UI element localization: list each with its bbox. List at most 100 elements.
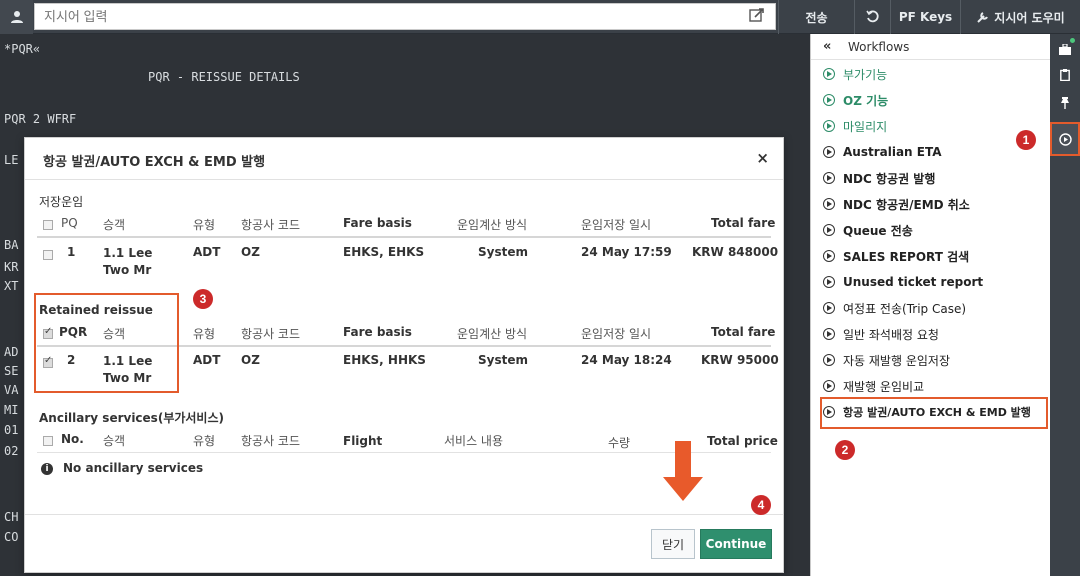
workflow-label: Queue 전송 [843, 223, 913, 238]
step-badge-2: 2 [835, 440, 855, 460]
step-badge-3: 3 [193, 289, 213, 309]
retained-highlight-box [34, 293, 179, 393]
ancillary-select-all-checkbox[interactable] [43, 436, 53, 446]
terminal-line: AD [4, 345, 19, 359]
no-ancillary-message: No ancillary services [63, 461, 204, 475]
workflow-item[interactable]: SALES REPORT 검색 [823, 246, 969, 266]
down-arrow-icon [663, 441, 703, 501]
column-header: 항공사 코드 [241, 327, 301, 341]
stored-passenger: 1.1 Lee Two Mr [103, 246, 153, 277]
stored-row-checkbox[interactable] [43, 250, 53, 260]
retained-fare-basis: EHKS, HHKS [343, 353, 426, 367]
dialog-header: 항공 발권/AUTO EXCH & EMD 발행 × [25, 138, 783, 180]
close-button[interactable]: 닫기 [651, 529, 695, 559]
ticketing-dialog: 항공 발권/AUTO EXCH & EMD 발행 × 저장운임 PQ 승객 유형… [24, 137, 784, 573]
workflow-label: SALES REPORT 검색 [843, 249, 970, 264]
workflows-title: Workflows [848, 40, 910, 54]
column-header: 운임저장 일시 [581, 327, 652, 341]
workflow-item[interactable]: 일반 좌석배정 요청 [823, 324, 939, 344]
user-icon [10, 11, 23, 23]
command-input[interactable] [34, 3, 776, 30]
workflow-item[interactable]: Queue 전송 [823, 220, 913, 240]
column-header: Fare basis [343, 216, 412, 230]
retained-airline: OZ [241, 353, 260, 367]
collapse-chevron-icon[interactable]: « [823, 39, 831, 54]
workflow-item[interactable]: Unused ticket report [823, 272, 983, 292]
terminal-line: BA [4, 238, 19, 252]
top-bar: 전송 PF Keys 지시어 도우미 [0, 0, 1080, 34]
terminal-line: 01 [4, 423, 19, 437]
workflow-item[interactable]: NDC 항공권/EMD 취소 [823, 194, 970, 214]
retained-type: ADT [193, 353, 221, 367]
terminal-line: SE [4, 364, 19, 378]
column-header: 수량 [608, 436, 631, 450]
table-divider [37, 452, 771, 453]
workflow-item[interactable]: 자동 재발행 운임저장 [823, 350, 950, 370]
terminal-line: MI [4, 403, 19, 417]
workflow-item[interactable]: 여정표 전송(Trip Case) [823, 298, 966, 318]
workflow-label: 부가기능 [843, 67, 888, 82]
briefcase-icon [1059, 43, 1071, 55]
column-header: 승객 [103, 434, 126, 448]
workflow-item[interactable]: NDC 항공권 발행 [823, 168, 935, 188]
retained-calc-method: System [478, 353, 528, 367]
terminal-line: VA [4, 383, 19, 397]
terminal-line: *PQR« [4, 42, 41, 56]
workflow-label: Unused ticket report [843, 275, 984, 289]
play-circle-icon [823, 68, 835, 80]
close-icon[interactable]: × [756, 149, 769, 167]
continue-button[interactable]: Continue [700, 529, 772, 559]
column-header: 승객 [103, 218, 126, 232]
stored-calc-method: System [478, 245, 528, 259]
clipboard-button[interactable] [1050, 62, 1080, 88]
workflow-item[interactable]: 마일리지 [823, 116, 887, 136]
stored-select-all-checkbox[interactable] [43, 220, 53, 230]
stored-pq: 1 [67, 245, 76, 259]
play-circle-icon [823, 380, 835, 392]
terminal-line: KR [4, 260, 19, 274]
column-header: Total fare [711, 325, 776, 339]
workflow-label: 일반 좌석배정 요청 [843, 327, 939, 342]
user-button[interactable] [0, 0, 33, 34]
workflow-label: 재발행 운임비교 [843, 379, 925, 394]
pin-button[interactable] [1050, 90, 1080, 116]
send-button[interactable]: 전송 [778, 0, 854, 34]
stored-fare-basis: EHKS, EHKS [343, 245, 425, 259]
column-header: 항공사 코드 [241, 434, 301, 448]
command-helper-label: 지시어 도우미 [994, 10, 1065, 25]
workflow-item[interactable]: 재발행 운임비교 [823, 376, 924, 396]
notification-dot [1070, 38, 1075, 43]
history-button[interactable] [854, 0, 890, 34]
command-helper-button[interactable]: 지시어 도우미 [960, 0, 1080, 34]
terminal-line: 02 [4, 444, 19, 458]
column-header: 운임저장 일시 [581, 218, 652, 232]
play-circle-icon [823, 94, 835, 106]
workflow-item[interactable]: 부가기능 [823, 64, 887, 84]
play-circle-icon [823, 302, 835, 314]
retained-total-fare: KRW 95000 [701, 353, 779, 367]
column-header: Total price [707, 434, 778, 448]
play-circle-icon [823, 250, 835, 262]
column-header: 항공사 코드 [241, 218, 301, 232]
edit-icon[interactable] [748, 6, 766, 24]
clipboard-icon [1060, 69, 1070, 81]
workflows-toggle-button[interactable] [1050, 122, 1080, 156]
briefcase-button[interactable] [1050, 36, 1080, 62]
column-header: No. [61, 432, 84, 446]
pf-keys-button[interactable]: PF Keys [890, 0, 960, 34]
workflow-label: NDC 항공권/EMD 취소 [843, 197, 970, 212]
terminal-line: CH [4, 510, 19, 524]
play-circle-icon [1058, 132, 1072, 146]
column-header: Total fare [711, 216, 776, 230]
ancillary-title: Ancillary services(부가서비스) [39, 411, 224, 425]
workflow-label: OZ 기능 [843, 93, 889, 108]
play-circle-icon [823, 328, 835, 340]
tools-icon [977, 11, 989, 23]
step-badge-4: 4 [751, 495, 771, 515]
play-circle-icon [823, 172, 835, 184]
column-header: 운임계산 방식 [457, 218, 528, 232]
column-header: Fare basis [343, 325, 412, 339]
workflow-item[interactable]: Australian ETA [823, 142, 942, 162]
workflow-item[interactable]: OZ 기능 [823, 90, 888, 110]
terminal-line: PQR 2 WFRF [4, 112, 77, 126]
